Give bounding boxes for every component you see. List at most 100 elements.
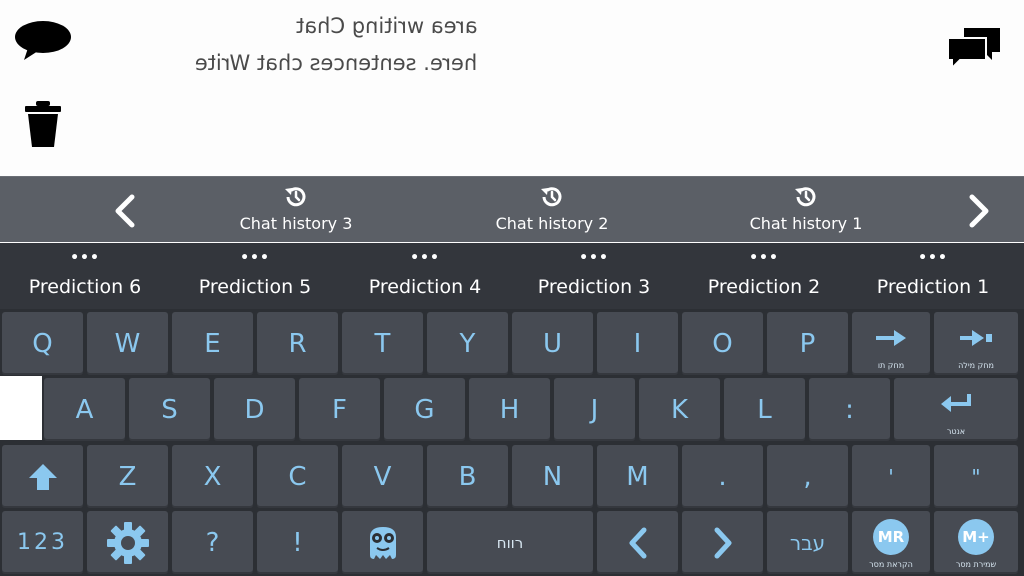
key-v[interactable]: V	[342, 445, 423, 508]
key-m[interactable]: M	[597, 445, 678, 508]
key-t[interactable]: T	[342, 312, 423, 375]
trash-icon[interactable]	[24, 100, 62, 148]
speech-bubble-icon[interactable]	[14, 18, 72, 62]
more-dots-icon: •••	[749, 250, 779, 266]
more-dots-icon: •••	[240, 250, 270, 266]
chat-text-box[interactable]: area writing Chat here. sentences chat W…	[176, 8, 496, 82]
arrow-right-bar-icon	[960, 329, 992, 346]
key-b[interactable]: B	[427, 445, 508, 508]
chat-line: area writing Chat	[296, 14, 478, 38]
emoji-key[interactable]	[342, 511, 423, 574]
mplus-badge: M+	[958, 518, 994, 555]
chat-history-bar: Chat history 3 Chat history 2 Chat histo…	[0, 176, 1024, 242]
delete-word-key[interactable]: מחק מילה	[934, 312, 1018, 375]
white-tab	[0, 376, 42, 440]
more-dots-icon: •••	[70, 250, 100, 266]
monster-face-icon	[369, 526, 396, 559]
save-message-key[interactable]: M+ שמירת מסר	[934, 511, 1018, 574]
key-n[interactable]: N	[512, 445, 593, 508]
chat-line: here. sentences chat Write	[194, 51, 478, 75]
history-label: Chat history 1	[749, 214, 863, 233]
more-dots-icon: •••	[918, 250, 948, 266]
arrow-right-icon	[876, 329, 906, 346]
mr-badge: MR	[873, 518, 909, 555]
prediction-label: Prediction 4	[368, 276, 482, 298]
space-key[interactable]: רווח	[427, 511, 593, 574]
delete-char-key[interactable]: מחק תו	[852, 312, 930, 375]
chevron-right-icon	[714, 527, 731, 558]
save-message-label: שמירת מסר	[955, 560, 997, 569]
more-dots-icon: •••	[410, 250, 440, 266]
cursor-right-key[interactable]	[682, 511, 763, 574]
key-e[interactable]: E	[172, 312, 253, 375]
settings-key[interactable]	[87, 511, 168, 574]
chat-writing-area[interactable]: area writing Chat here. sentences chat W…	[0, 0, 1024, 176]
key-p[interactable]: P	[767, 312, 848, 375]
key-g[interactable]: G	[384, 378, 465, 441]
gear-icon	[106, 521, 149, 564]
key-c[interactable]: C	[257, 445, 338, 508]
prediction-label: Prediction 2	[707, 276, 821, 298]
more-dots-icon: •••	[579, 250, 609, 266]
prediction-2[interactable]: ••• Prediction 2	[679, 243, 849, 309]
history-label: Chat history 3	[239, 214, 353, 233]
key-i[interactable]: I	[597, 312, 678, 375]
key-r[interactable]: R	[257, 312, 338, 375]
key-a[interactable]: A	[44, 378, 125, 441]
history-icon	[285, 187, 306, 207]
enter-key[interactable]: אנטר	[894, 378, 1018, 441]
cursor-left-key[interactable]	[597, 511, 678, 574]
read-message-label: הקראת מסר	[869, 560, 913, 569]
key-quote[interactable]: "	[934, 445, 1018, 508]
key-apostrophe[interactable]: '	[852, 445, 930, 508]
enter-arrow-icon	[941, 393, 971, 412]
prediction-label: Prediction 3	[537, 276, 651, 298]
key-colon[interactable]: :	[809, 378, 890, 441]
key-comma[interactable]: ,	[767, 445, 848, 508]
language-key[interactable]: עבר	[767, 511, 848, 574]
key-f[interactable]: F	[299, 378, 380, 441]
history-item-3[interactable]: Chat history 3	[206, 182, 386, 240]
prediction-label: Prediction 5	[198, 276, 312, 298]
key-q[interactable]: Q	[2, 312, 83, 375]
on-screen-keyboard: Q W E R T Y U I O P מחק תו מחק מילה A S …	[0, 309, 1024, 576]
key-h[interactable]: H	[469, 378, 550, 441]
key-period[interactable]: .	[682, 445, 763, 508]
prediction-label: Prediction 6	[28, 276, 142, 298]
prediction-6[interactable]: ••• Prediction 6	[0, 243, 170, 309]
chevron-left-icon	[629, 527, 646, 558]
key-j[interactable]: J	[554, 378, 635, 441]
history-item-1[interactable]: Chat history 1	[716, 182, 896, 240]
chevron-right-icon[interactable]	[958, 191, 998, 231]
delete-word-label: מחק מילה	[958, 361, 994, 370]
key-exclaim[interactable]: !	[257, 511, 338, 574]
prediction-4[interactable]: ••• Prediction 4	[340, 243, 510, 309]
shift-key[interactable]	[2, 445, 83, 508]
key-question[interactable]: ?	[172, 511, 253, 574]
key-w[interactable]: W	[87, 312, 168, 375]
delete-char-label: מחק תו	[877, 361, 905, 370]
history-label: Chat history 2	[495, 214, 609, 233]
key-x[interactable]: X	[172, 445, 253, 508]
prediction-bar: ••• Prediction 6 ••• Prediction 5 ••• Pr…	[0, 243, 1024, 309]
key-s[interactable]: S	[129, 378, 210, 441]
key-d[interactable]: D	[214, 378, 295, 441]
history-icon	[541, 187, 562, 207]
key-k[interactable]: K	[639, 378, 720, 441]
key-l[interactable]: L	[724, 378, 805, 441]
key-y[interactable]: Y	[427, 312, 508, 375]
chat-bubbles-icon[interactable]	[946, 26, 1002, 70]
prediction-1[interactable]: ••• Prediction 1	[848, 243, 1018, 309]
prediction-label: Prediction 1	[876, 276, 990, 298]
key-z[interactable]: Z	[87, 445, 168, 508]
prediction-3[interactable]: ••• Prediction 3	[509, 243, 679, 309]
history-item-2[interactable]: Chat history 2	[462, 182, 642, 240]
numbers-key[interactable]: 123	[2, 511, 83, 574]
key-o[interactable]: O	[682, 312, 763, 375]
prediction-5[interactable]: ••• Prediction 5	[170, 243, 340, 309]
read-message-key[interactable]: MR הקראת מסר	[852, 511, 930, 574]
chevron-left-icon[interactable]	[106, 191, 146, 231]
key-u[interactable]: U	[512, 312, 593, 375]
history-icon	[795, 187, 816, 207]
enter-label: אנטר	[946, 427, 966, 436]
